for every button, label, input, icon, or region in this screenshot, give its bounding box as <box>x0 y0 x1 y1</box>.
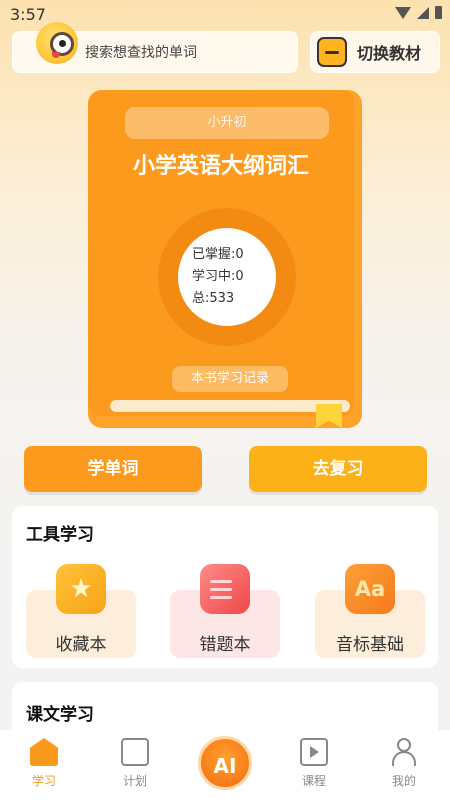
phonics-label: 音标基础 <box>336 635 404 655</box>
play-icon <box>300 738 328 766</box>
progress-ring: 已掌握:0 学习中:0 总:533 <box>158 208 296 346</box>
book-progress-bar <box>110 400 350 412</box>
tools-section: 工具学习 ★ 收藏本 错题本 Aa 音标基础 <box>12 506 438 668</box>
book-switch-icon <box>317 37 347 67</box>
switch-textbook-label: 切换教材 <box>357 44 422 63</box>
aa-phonics-icon: Aa <box>345 564 395 614</box>
tab-course-label: 课程 <box>301 774 326 788</box>
learning-count: 学习中:0 <box>192 269 244 284</box>
tab-study-label: 学习 <box>31 774 56 788</box>
mastered-count: 已掌握:0 <box>192 247 244 262</box>
total-count: 总:533 <box>192 291 235 306</box>
textbook-title: 小学英语大纲词汇 <box>132 154 309 179</box>
study-record-button[interactable]: 本书学习记录 <box>172 366 288 392</box>
review-button[interactable]: 去复习 <box>249 446 427 492</box>
mistakes-button[interactable]: 错题本 <box>170 564 280 658</box>
home-icon <box>30 738 58 766</box>
mascot-magnifier-icon <box>36 22 78 64</box>
favorites-label: 收藏本 <box>55 635 107 655</box>
textbook-card[interactable]: 小升初 小学英语大纲词汇 已掌握:0 学习中:0 总:533 本书学习记录 <box>88 90 362 428</box>
tab-study[interactable]: 学习 <box>14 738 74 789</box>
user-icon <box>390 738 418 766</box>
tab-course[interactable]: 课程 <box>284 738 344 789</box>
status-time: 3:57 <box>10 5 46 24</box>
learn-words-button[interactable]: 学单词 <box>24 446 202 492</box>
tab-plan[interactable]: 计划 <box>105 738 165 789</box>
star-icon: ★ <box>56 564 106 614</box>
level-badge: 小升初 <box>125 107 329 139</box>
stats-circle: 已掌握:0 学习中:0 总:533 <box>178 228 276 326</box>
checklist-icon <box>121 738 149 766</box>
switch-textbook-button[interactable]: 切换教材 <box>310 31 440 73</box>
battery-icon <box>435 6 442 19</box>
tab-mine-label: 我的 <box>391 774 416 788</box>
tools-title: 工具学习 <box>26 525 94 545</box>
phonics-button[interactable]: Aa 音标基础 <box>315 564 425 658</box>
signal-icon <box>417 6 429 19</box>
tab-plan-label: 计划 <box>122 774 147 788</box>
status-icons <box>395 6 442 19</box>
bottom-tab-bar: 学习 计划 AI 课程 我的 <box>0 730 450 800</box>
tab-mine[interactable]: 我的 <box>374 738 434 789</box>
notebook-icon <box>200 564 250 614</box>
wifi-icon <box>395 6 411 19</box>
lessons-title: 课文学习 <box>26 705 94 725</box>
favorites-button[interactable]: ★ 收藏本 <box>26 564 136 658</box>
ai-button[interactable]: AI <box>198 736 252 790</box>
search-placeholder: 搜索想查找的单词 <box>85 45 197 61</box>
mistakes-label: 错题本 <box>199 635 251 655</box>
